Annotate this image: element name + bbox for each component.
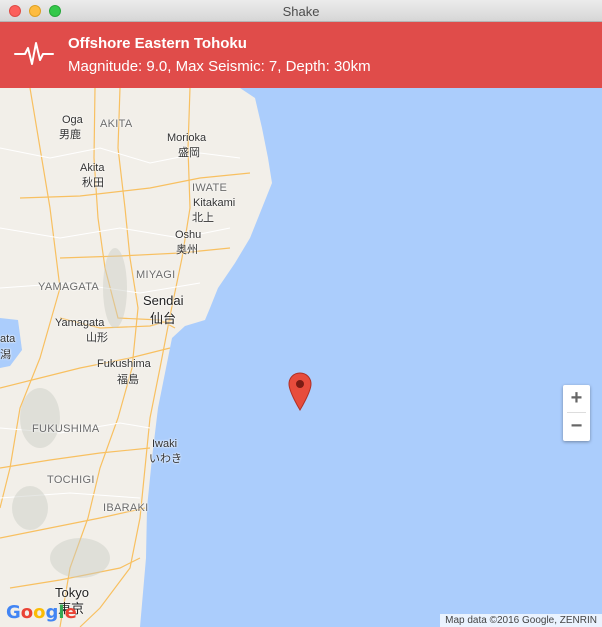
label-kitakami-jp: 北上 <box>192 212 214 224</box>
label-akita: Akita <box>80 162 105 174</box>
label-sendai-jp: 仙台 <box>150 311 177 326</box>
label-iwate-pref: IWATE <box>192 182 228 194</box>
label-kitakami: Kitakami <box>193 197 236 209</box>
label-left-edge-2: 潟 <box>0 349 11 361</box>
quake-location: Offshore Eastern Tohoku <box>68 35 247 52</box>
earthquake-banner[interactable]: Offshore Eastern Tohoku Magnitude: 9.0, … <box>0 22 602 88</box>
label-fukushima-jp: 福島 <box>117 374 139 386</box>
label-yamagata-pref: YAMAGATA <box>38 281 100 293</box>
label-akita-jp: 秋田 <box>82 177 104 189</box>
map-view[interactable]: AKITA Oga 男鹿 Morioka 盛岡 Akita 秋田 IWATE K… <box>0 88 602 627</box>
label-morioka-jp: 盛岡 <box>178 147 200 159</box>
map-attribution[interactable]: Map data ©2016 Google, ZENRIN <box>440 614 602 627</box>
label-oshu-jp: 奥州 <box>176 244 198 256</box>
label-fukushima-pref: FUKUSHIMA <box>32 423 100 435</box>
label-oga: Oga <box>62 114 83 126</box>
label-ibaraki-pref: IBARAKI <box>103 502 149 514</box>
label-iwaki-jp: いわき <box>149 453 182 465</box>
label-fukushima: Fukushima <box>97 358 151 370</box>
seismograph-icon <box>14 42 54 65</box>
label-left-edge-1: ata <box>0 333 16 345</box>
map-pin-icon[interactable] <box>288 372 312 412</box>
label-morioka: Morioka <box>167 132 207 144</box>
zoom-control: + − <box>563 385 590 441</box>
quake-details: Magnitude: 9.0, Max Seismic: 7, Depth: 3… <box>68 58 371 75</box>
label-oga-jp: 男鹿 <box>59 129 81 141</box>
zoom-in-button[interactable]: + <box>563 385 590 412</box>
label-sendai: Sendai <box>143 293 184 308</box>
label-tochigi-pref: TOCHIGI <box>47 474 95 486</box>
app-window: Shake Offshore Eastern Tohoku Magnitude:… <box>0 0 602 627</box>
label-yamagata: Yamagata <box>55 317 105 329</box>
label-akita-pref: AKITA <box>100 118 133 130</box>
zoom-out-button[interactable]: − <box>563 413 590 440</box>
window-title: Shake <box>282 4 320 19</box>
title-bar[interactable]: Shake <box>0 0 602 22</box>
label-yamagata-jp: 山形 <box>86 332 108 344</box>
label-iwaki: Iwaki <box>152 438 178 450</box>
label-miyagi-pref: MIYAGI <box>136 269 176 281</box>
label-oshu: Oshu <box>175 229 202 241</box>
google-logo[interactable]: Google <box>6 602 77 623</box>
